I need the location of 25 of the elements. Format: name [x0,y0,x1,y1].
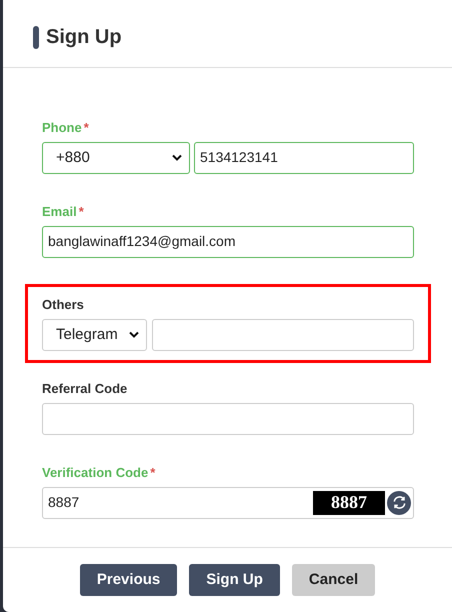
button[interactable]: Previous [80,564,178,596]
input-field[interactable] [152,318,414,351]
button[interactable]: Cancel [292,564,376,596]
required-mark: * [84,118,89,137]
chevron-icon [172,154,182,162]
required-mark: * [78,202,84,221]
input-field[interactable]: banglawinaff1234@gmail.com [42,226,414,258]
field-label: Others [42,296,84,314]
field-label: Email [42,202,77,221]
button[interactable]: Sign Up [189,564,280,596]
required-mark: * [150,464,156,482]
select-field[interactable]: +880 [42,142,190,174]
input-field[interactable] [42,402,414,435]
dialog-title: Sign Up [46,25,122,50]
refresh-button[interactable] [387,490,411,515]
captcha-image: 8887 [313,490,385,515]
input-field[interactable]: 8887 8887 [42,486,414,519]
select-field[interactable]: Telegram [42,318,147,351]
field-label: Verification Code [42,464,148,482]
input-field[interactable]: 5134123141 [194,142,414,174]
chevron-icon [129,331,139,338]
field-label: Referral Code [42,380,128,398]
field-label: Phone [42,118,82,137]
refresh-icon [392,495,406,510]
accent-bar [33,26,39,49]
